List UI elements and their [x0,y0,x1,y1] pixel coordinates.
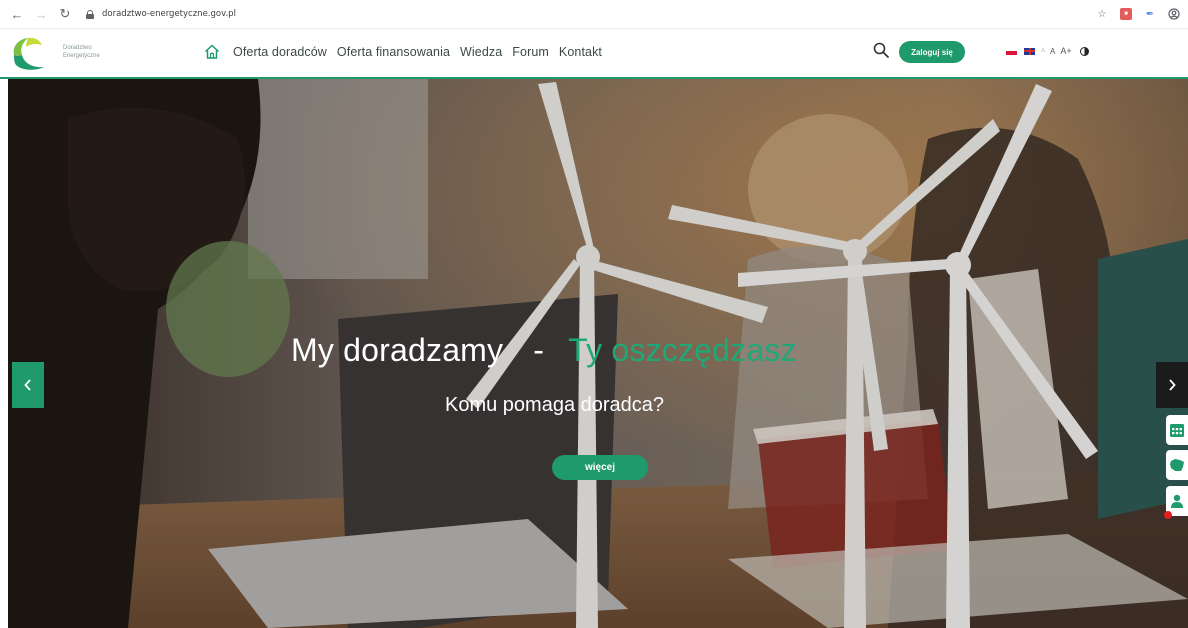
browser-toolbar: ← → ↻ doradztwo-energetyczne.gov.pl ☆ ■ … [0,0,1188,28]
calendar-tool-button[interactable] [1166,415,1188,445]
pdf-extension-icon[interactable]: ■ [1120,8,1132,20]
font-size-small[interactable]: A [1041,48,1045,54]
carousel-prev-button[interactable] [12,362,44,408]
nav-link-oferta-finansowania[interactable]: Oferta finansowania [337,45,450,59]
nav-link-wiedza[interactable]: Wiedza [460,45,502,59]
address-bar[interactable]: doradztwo-energetyczne.gov.pl [86,4,236,24]
more-button[interactable]: więcej [552,455,648,480]
logo-text-line2: Energetyczne [63,53,100,59]
profile-icon[interactable] [1168,8,1180,20]
font-size-medium[interactable]: A [1050,47,1055,56]
poland-map-icon [1170,459,1184,471]
forward-icon[interactable]: → [32,5,50,23]
home-icon[interactable] [203,43,221,61]
hero-subtitle: Komu pomaga doradca? [445,394,665,416]
url-text[interactable]: doradztwo-energetyczne.gov.pl [102,9,236,19]
flag-en-icon[interactable] [1024,47,1035,55]
logo-text-line1: Doradztwo [63,45,92,51]
lock-icon [86,9,94,19]
calendar-icon [1170,424,1184,437]
chevron-left-icon [24,379,31,391]
user-icon [1171,494,1183,508]
nav-link-kontakt[interactable]: Kontakt [559,45,602,59]
nav-link-forum[interactable]: Forum [512,45,549,59]
site-header: Doradztwo Energetyczne Oferta doradców O… [0,29,1188,77]
reload-icon[interactable]: ↻ [56,5,74,23]
hero-title-left: My doradzamy [291,332,504,368]
login-button[interactable]: Zaloguj się [899,41,965,63]
site-logo[interactable] [10,35,50,73]
flag-pl-icon[interactable] [1006,47,1017,55]
hero-title-right: Ty oszczędzasz [568,332,797,368]
chevron-right-icon [1169,379,1176,391]
hero-carousel: My doradzamy - Ty oszczędzasz Komu pomaga … [8,79,1188,628]
font-size-large[interactable]: A+ [1060,46,1071,56]
language-accessibility-tools: A A A+ [1006,46,1089,56]
carousel-next-button[interactable] [1156,362,1188,408]
main-navigation: Oferta doradców Oferta finansowania Wied… [203,43,612,61]
notification-dot [1164,511,1172,519]
hero-title: My doradzamy - Ty oszczędzasz [291,332,797,369]
nav-link-oferta-doradcow[interactable]: Oferta doradców [233,45,327,59]
star-icon[interactable]: ☆ [1096,8,1108,20]
back-icon[interactable]: ← [8,5,26,23]
logo-text: Doradztwo Energetyczne [63,44,100,60]
map-tool-button[interactable] [1166,450,1188,480]
hero-title-dash: - [533,332,545,368]
contrast-icon[interactable] [1079,46,1089,56]
pen-extension-icon[interactable]: ✒ [1144,8,1156,20]
search-icon[interactable] [872,41,890,59]
